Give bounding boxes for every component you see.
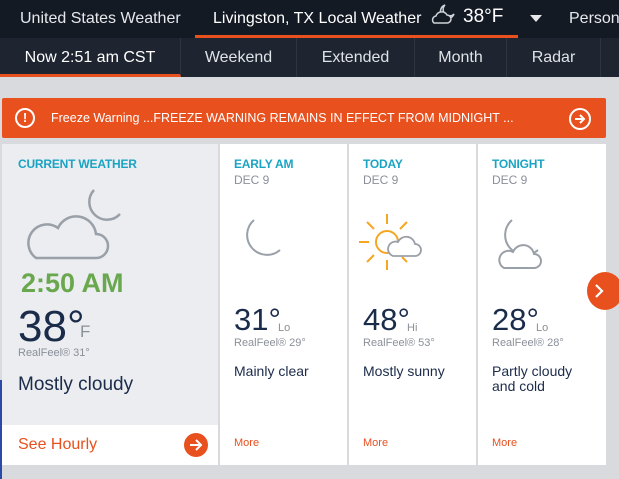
temperature-unit: F — [80, 322, 91, 341]
forecast-date: DEC 9 — [234, 173, 270, 187]
mostly-cloudy-night-icon — [27, 189, 121, 260]
tab-month[interactable]: Month — [415, 38, 507, 77]
sub-navigation: Now 2:51 am CST Weekend Extended Month R… — [0, 38, 619, 77]
forecast-temperature: 28° — [492, 302, 539, 337]
high-label: Hi — [407, 322, 418, 334]
forecast-condition: Partly cloudy and cold — [492, 363, 573, 394]
forecast-card-tonight[interactable]: TONIGHT DEC 9 28° Lo RealFeel® 28° Partl… — [478, 144, 606, 465]
forecast-period: TODAY — [363, 157, 403, 171]
tab-radar[interactable]: Radar — [507, 38, 601, 77]
more-link[interactable]: More — [363, 437, 388, 449]
alert-icon: ! — [15, 108, 35, 128]
location-name[interactable]: Livingston, TX Local Weather — [213, 10, 421, 28]
low-label: Lo — [536, 322, 549, 334]
next-arrow-button[interactable] — [587, 272, 619, 310]
forecast-temperature: 31° — [234, 302, 281, 337]
current-weather-card[interactable]: CURRENT WEATHER 2:50 AM 38° F RealFeel® … — [2, 144, 218, 465]
warning-detail: ...FREEZE WARNING REMAINS IN EFFECT FROM… — [142, 111, 514, 125]
header-temperature: 38°F — [463, 6, 504, 27]
see-hourly-button[interactable]: See Hourly — [2, 425, 218, 465]
freeze-warning-banner[interactable]: ! Freeze Warning ...FREEZE WARNING REMAI… — [2, 98, 606, 138]
mostly-sunny-icon — [359, 214, 422, 270]
tab-extended[interactable]: Extended — [297, 38, 415, 77]
more-link[interactable]: More — [492, 437, 517, 449]
forecast-temperature: 48° — [363, 302, 410, 337]
location-tab[interactable]: Livingston, TX Local Weather 38°F — [195, 0, 518, 38]
forecast-card-today[interactable]: TODAY DEC 9 48° Hi RealFeel® 53° Mostly … — [349, 144, 476, 465]
clear-night-icon — [246, 219, 281, 256]
arrow-right-icon[interactable] — [569, 108, 591, 130]
more-link[interactable]: More — [234, 437, 259, 449]
forecast-period: TONIGHT — [492, 157, 545, 171]
chevron-down-icon[interactable] — [520, 0, 552, 38]
tab-now[interactable]: Now 2:51 am CST — [0, 38, 181, 77]
current-realfeel: RealFeel® 31° — [18, 347, 90, 359]
arrow-right-icon[interactable] — [184, 433, 208, 457]
site-title-link[interactable]: United States Weather — [20, 10, 181, 28]
forecast-realfeel: RealFeel® 53° — [363, 337, 435, 349]
forecast-realfeel: RealFeel® 28° — [492, 337, 564, 349]
forecast-period: EARLY AM — [234, 157, 294, 171]
current-time: 2:50 AM — [21, 268, 124, 298]
current-weather-header: CURRENT WEATHER — [18, 157, 137, 171]
chevron-right-icon — [595, 284, 604, 298]
low-label: Lo — [278, 322, 291, 334]
top-bar: United States Weather Livingston, TX Loc… — [0, 0, 619, 38]
current-condition: Mostly cloudy — [18, 374, 134, 395]
partly-cloudy-night-icon — [498, 219, 542, 269]
warning-title: Freeze Warning — [51, 111, 140, 125]
forecast-condition: Mainly clear — [234, 363, 309, 379]
left-edge-strip — [0, 380, 2, 479]
current-temperature: 38° — [18, 302, 85, 351]
forecast-date: DEC 9 — [492, 173, 528, 187]
forecast-condition: Mostly sunny — [363, 363, 445, 379]
forecast-realfeel: RealFeel® 29° — [234, 337, 306, 349]
personal-link[interactable]: Person — [569, 10, 619, 28]
forecast-card-early-am[interactable]: EARLY AM DEC 9 31° Lo RealFeel® 29° Main… — [220, 144, 347, 465]
forecast-date: DEC 9 — [363, 173, 399, 187]
partly-cloudy-night-icon — [431, 4, 455, 24]
warning-text: Freeze Warning ...FREEZE WARNING REMAINS… — [51, 111, 551, 125]
tab-weekend[interactable]: Weekend — [181, 38, 297, 77]
see-hourly-label: See Hourly — [18, 436, 98, 453]
